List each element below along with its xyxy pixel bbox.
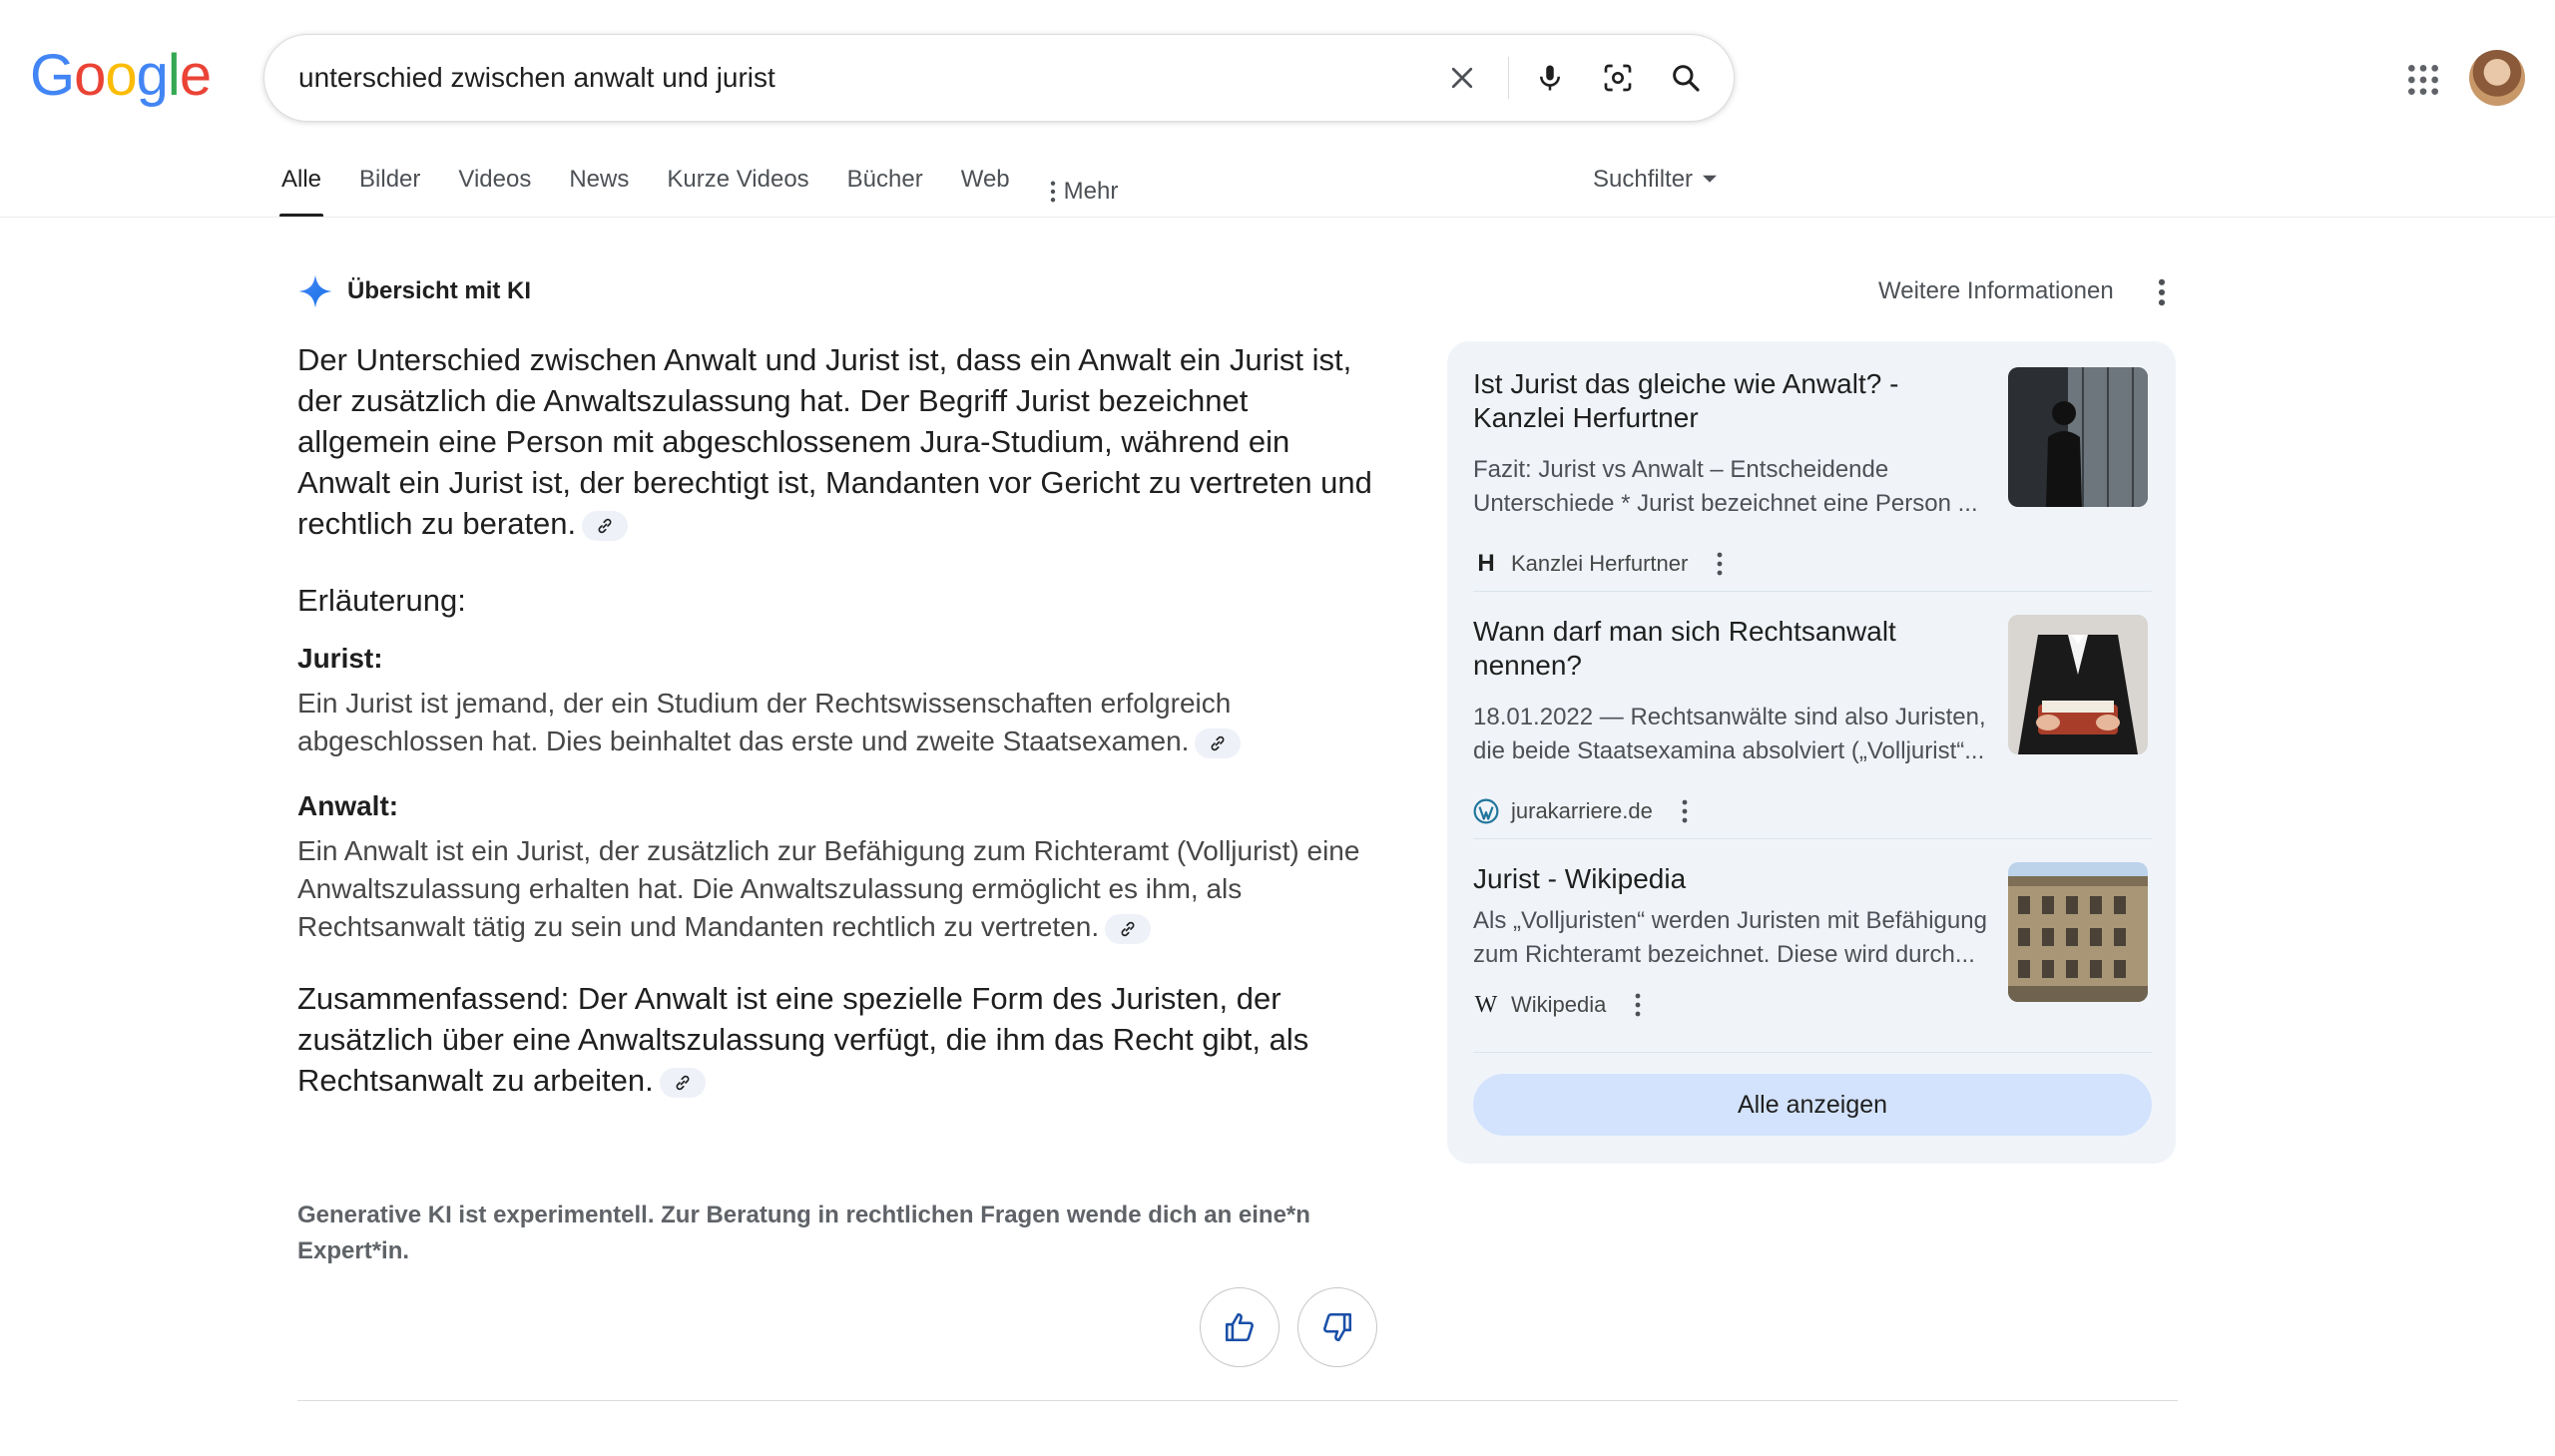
link-icon	[598, 518, 612, 534]
source-title[interactable]: Jurist - Wikipedia	[1473, 862, 1972, 896]
jurist-heading: Jurist:	[297, 643, 383, 674]
sources-panel: Ist Jurist das gleiche wie Anwalt? - Kan…	[1447, 341, 2176, 1164]
source-separator	[1473, 1052, 2152, 1053]
source-site-name: Wikipedia	[1511, 992, 1607, 1017]
source-link-chip[interactable]	[659, 1067, 706, 1098]
source-thumbnail[interactable]	[2008, 862, 2148, 1002]
tab-buecher[interactable]: Bücher	[847, 166, 923, 218]
source-snippet: Als „Volljuristen“ werden Juristen mit B…	[1473, 907, 1987, 968]
source-title[interactable]: Ist Jurist das gleiche wie Anwalt? - Kan…	[1473, 367, 1972, 435]
clear-icon[interactable]	[1440, 56, 1484, 100]
source-card[interactable]: Wann darf man sich Rechtsanwalt nennen? …	[1473, 615, 2152, 844]
ai-answer-intro-text: Der Unterschied zwischen Anwalt und Juri…	[297, 342, 1372, 541]
jurist-description-text: Ein Jurist ist jemand, der ein Studium d…	[297, 688, 1232, 756]
search-divider	[1508, 57, 1509, 99]
favicon-letter: H	[1477, 550, 1495, 577]
source-thumbnail[interactable]	[2008, 367, 2148, 507]
thumbs-up-button[interactable]	[1200, 1287, 1279, 1367]
google-apps-icon[interactable]	[2403, 60, 2443, 100]
search-input[interactable]: unterschied zwischen anwalt und jurist	[298, 62, 775, 94]
ai-overview-header: Übersicht mit KI	[297, 273, 531, 309]
source-snippet: Fazit: Jurist vs Anwalt – Entscheidende …	[1473, 456, 1978, 517]
thumbs-up-icon	[1225, 1312, 1254, 1342]
dropdown-arrow-icon	[1703, 175, 1718, 183]
search-filter-button[interactable]: Suchfilter	[1593, 166, 1718, 194]
thumbs-down-button[interactable]	[1297, 1287, 1377, 1367]
wikipedia-icon: W	[1473, 992, 1499, 1018]
jurist-description: Ein Jurist ist jemand, der ein Studium d…	[297, 685, 1395, 760]
source-site: W Wikipedia	[1473, 992, 1642, 1018]
anwalt-description: Ein Anwalt ist ein Jurist, der zusätzlic…	[297, 832, 1395, 946]
ai-overview-menu-icon[interactable]	[2150, 275, 2174, 309]
more-info-link[interactable]: Weitere Informationen	[1878, 277, 2114, 305]
ai-answer-summary: Zusammenfassend: Der Anwalt ist eine spe…	[297, 978, 1381, 1101]
account-avatar[interactable]	[2469, 50, 2525, 106]
source-title[interactable]: Wann darf man sich Rechtsanwalt nennen?	[1473, 615, 1972, 683]
search-icon[interactable]	[1664, 56, 1708, 100]
thumbs-down-icon	[1323, 1312, 1352, 1342]
ai-answer-intro: Der Unterschied zwischen Anwalt und Juri…	[297, 339, 1381, 544]
tab-kurze-videos[interactable]: Kurze Videos	[667, 166, 808, 218]
tabs-divider	[0, 217, 2555, 218]
link-icon	[676, 1075, 690, 1091]
show-all-sources-button[interactable]: Alle anzeigen	[1473, 1074, 2152, 1136]
source-site: jurakarriere.de	[1473, 798, 1689, 824]
tab-web[interactable]: Web	[961, 166, 1010, 218]
link-icon	[1211, 735, 1225, 750]
google-logo[interactable]: Google	[30, 46, 212, 106]
anwalt-description-text: Ein Anwalt ist ein Jurist, der zusätzlic…	[297, 835, 1360, 942]
favicon-letter: W	[1474, 991, 1498, 1018]
source-separator	[1473, 591, 2152, 592]
tab-news[interactable]: News	[569, 166, 629, 218]
lens-camera-icon[interactable]	[1596, 56, 1640, 100]
wordpress-icon	[1473, 798, 1499, 824]
tab-videos[interactable]: Videos	[458, 166, 531, 218]
link-icon	[1121, 921, 1135, 936]
anwalt-heading: Anwalt:	[297, 790, 399, 821]
explanation-heading: Erläuterung:	[297, 583, 466, 618]
source-menu-icon[interactable]	[1681, 799, 1689, 823]
source-separator	[1473, 838, 2152, 839]
tab-mehr-label: Mehr	[1063, 178, 1119, 205]
ai-disclaimer: Generative KI ist experimentell. Zur Ber…	[297, 1202, 1310, 1264]
gemini-sparkle-icon	[298, 274, 332, 308]
ai-overview-title: Übersicht mit KI	[347, 277, 532, 304]
tab-mehr[interactable]: Mehr	[1048, 166, 1119, 218]
ai-answer-summary-text: Zusammenfassend: Der Anwalt ist eine spe…	[297, 981, 1309, 1098]
microphone-icon[interactable]	[1528, 56, 1572, 100]
source-card[interactable]: Ist Jurist das gleiche wie Anwalt? - Kan…	[1473, 367, 2152, 597]
search-tabs: Alle Bilder Videos News Kurze Videos Büc…	[278, 166, 1156, 218]
source-link-chip[interactable]	[1105, 913, 1152, 944]
search-box[interactable]: unterschied zwischen anwalt und jurist	[263, 34, 1735, 122]
source-card[interactable]: Jurist - Wikipedia Als „Volljuristen“ we…	[1473, 862, 2152, 1092]
more-vert-icon	[1050, 181, 1055, 203]
kanzlei-favicon-icon: H	[1473, 550, 1499, 577]
tab-alle[interactable]: Alle	[278, 166, 324, 218]
source-site: H Kanzlei Herfurtner	[1473, 550, 1724, 577]
search-filter-label: Suchfilter	[1593, 166, 1694, 193]
source-site-name: jurakarriere.de	[1511, 798, 1653, 823]
source-link-chip[interactable]	[1195, 728, 1242, 758]
source-thumbnail[interactable]	[2008, 615, 2148, 754]
section-divider	[297, 1400, 2178, 1401]
source-link-chip[interactable]	[582, 510, 629, 541]
tab-bilder[interactable]: Bilder	[359, 166, 420, 218]
source-snippet: 18.01.2022 — Rechtsanwälte sind also Jur…	[1473, 704, 1986, 764]
source-menu-icon[interactable]	[1716, 552, 1724, 576]
source-site-name: Kanzlei Herfurtner	[1511, 551, 1689, 576]
source-menu-icon[interactable]	[1634, 993, 1642, 1017]
